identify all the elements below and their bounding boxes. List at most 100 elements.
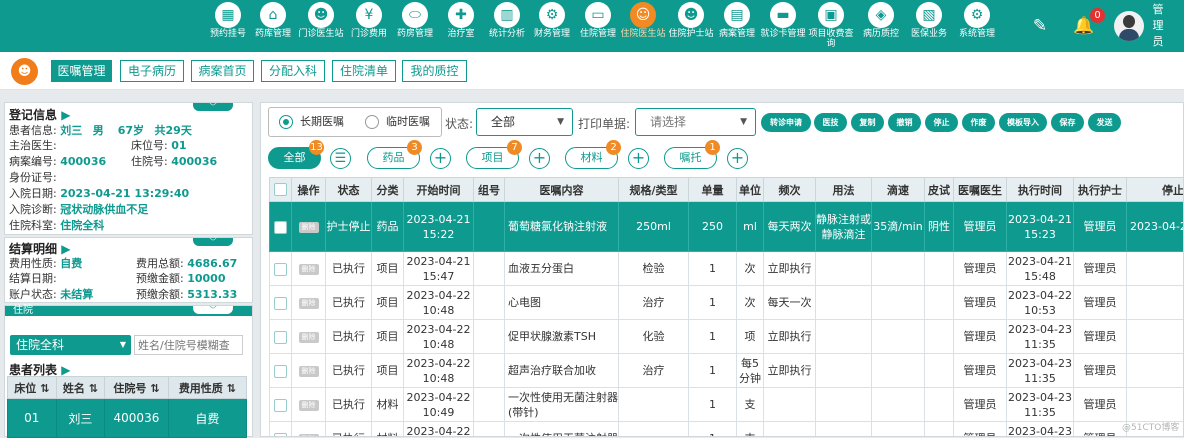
- collapse-icon[interactable]: ﹀: [193, 306, 233, 314]
- nav-item-9[interactable]: ☺住院医生站: [620, 0, 666, 52]
- col-5[interactable]: 医嘱内容: [505, 178, 619, 202]
- nav-item-5[interactable]: ✚治疗室: [438, 0, 484, 52]
- col-fee-nature[interactable]: 费用性质 ⇅: [168, 377, 246, 399]
- col-7[interactable]: 单量: [689, 178, 737, 202]
- row-checkbox[interactable]: [270, 354, 292, 388]
- nav-item-11[interactable]: ▤病案管理: [714, 0, 760, 52]
- col-8[interactable]: 单位: [737, 178, 764, 202]
- print-select[interactable]: 请选择▼: [635, 108, 756, 136]
- cell: 管理员: [954, 202, 1007, 252]
- tab-record-home[interactable]: 病案首页: [191, 60, 254, 82]
- nav-item-3[interactable]: ¥门诊费用: [346, 0, 392, 52]
- user-name[interactable]: 管理员: [1150, 2, 1166, 50]
- copy-button[interactable]: 复制: [851, 113, 884, 132]
- referral-button[interactable]: 转诊申请: [761, 113, 811, 132]
- col-12[interactable]: 皮试: [925, 178, 954, 202]
- table-row[interactable]: 删除已执行项目2023-04-22 10:48超声治疗联合加收治疗1每5分钟立即…: [270, 354, 1184, 388]
- add-instruction-icon[interactable]: +: [727, 148, 748, 169]
- table-row[interactable]: 删除已执行项目2023-04-22 10:48心电图治疗1次每天一次管理员202…: [270, 286, 1184, 320]
- col-bed[interactable]: 床位 ⇅: [8, 377, 57, 399]
- nav-item-6[interactable]: ▥统计分析: [484, 0, 530, 52]
- col-2[interactable]: 分类: [372, 178, 404, 202]
- table-row[interactable]: 删除已执行项目2023-04-22 10:48促甲状腺激素TSH化验1项立即执行…: [270, 320, 1184, 354]
- col-inpatient-no[interactable]: 住院号 ⇅: [105, 377, 168, 399]
- medtech-button[interactable]: 医技: [814, 113, 847, 132]
- nav-item-13[interactable]: ▣项目收费查询: [808, 0, 854, 52]
- row-checkbox[interactable]: [270, 252, 292, 286]
- delete-button[interactable]: 删除: [292, 422, 326, 438]
- long-term-radio[interactable]: [279, 115, 293, 129]
- pencil-icon[interactable]: ✎: [1030, 16, 1050, 36]
- patient-search-input[interactable]: [134, 335, 243, 355]
- row-checkbox[interactable]: [270, 202, 292, 252]
- status-select[interactable]: 全部▼: [476, 108, 573, 136]
- nav-item-12[interactable]: ▬就诊卡管理: [760, 0, 806, 52]
- tab-inpatient-list[interactable]: 住院清单: [332, 60, 396, 82]
- delete-button[interactable]: 删除: [292, 202, 326, 252]
- doctor-row: 主治医生:: [9, 138, 57, 153]
- add-material-icon[interactable]: +: [628, 148, 649, 169]
- nav-item-8[interactable]: ▭住院管理: [575, 0, 621, 52]
- table-row[interactable]: 删除已执行材料2023-04-22 10:49一次性使用无菌注射器(带针)1支管…: [270, 388, 1184, 422]
- template-import-button[interactable]: 模板导入: [999, 113, 1047, 132]
- cell: 1: [689, 388, 737, 422]
- nav-item-10[interactable]: ☻住院护士站: [668, 0, 714, 52]
- col-name[interactable]: 姓名 ⇅: [56, 377, 105, 399]
- col-6[interactable]: 规格/类型: [619, 178, 689, 202]
- add-drug-icon[interactable]: +: [430, 148, 451, 169]
- bed-icon: ▭: [585, 2, 611, 28]
- row-checkbox[interactable]: [270, 388, 292, 422]
- col-4[interactable]: 组号: [474, 178, 505, 202]
- table-row[interactable]: 01 刘三 400036 自费: [8, 399, 247, 438]
- save-button[interactable]: 保存: [1051, 113, 1084, 132]
- dept-select[interactable]: 住院全科▼: [10, 335, 131, 355]
- temporary-radio[interactable]: [365, 115, 379, 129]
- menu-icon[interactable]: ☰: [330, 148, 351, 169]
- send-button[interactable]: 发送: [1088, 113, 1121, 132]
- stop-button[interactable]: 停止: [925, 113, 958, 132]
- nav-item-14[interactable]: ◈病历质控: [858, 0, 904, 52]
- delete-button[interactable]: 删除: [292, 286, 326, 320]
- col-13[interactable]: 医嘱医生: [954, 178, 1007, 202]
- table-row[interactable]: 删除已执行项目2023-04-21 15:47血液五分蛋白检验1次立即执行管理员…: [270, 252, 1184, 286]
- row-checkbox[interactable]: [270, 286, 292, 320]
- col-16[interactable]: 停止: [1127, 178, 1184, 202]
- row-checkbox[interactable]: [270, 422, 292, 438]
- void-button[interactable]: 作废: [962, 113, 995, 132]
- user-avatar[interactable]: [1114, 11, 1144, 41]
- col-9[interactable]: 频次: [764, 178, 816, 202]
- temporary-label[interactable]: 临时医嘱: [386, 114, 430, 130]
- tab-my-quality[interactable]: 我的质控: [402, 60, 467, 82]
- list-tab-inpatient[interactable]: 住院: [13, 306, 33, 316]
- col-1[interactable]: 状态: [326, 178, 372, 202]
- nav-item-2[interactable]: ☻门诊医生站: [298, 0, 344, 52]
- delete-button[interactable]: 删除: [292, 388, 326, 422]
- nav-item-16[interactable]: ⚙系统管理: [954, 0, 1000, 52]
- nav-item-7[interactable]: ⚙财务管理: [529, 0, 575, 52]
- col-0[interactable]: 操作: [292, 178, 326, 202]
- col-10[interactable]: 用法: [816, 178, 872, 202]
- collapse-icon[interactable]: ﹀: [193, 103, 233, 111]
- long-term-label[interactable]: 长期医嘱: [300, 114, 344, 130]
- nav-item-0[interactable]: ▦预约挂号: [205, 0, 251, 52]
- col-3[interactable]: 开始时间: [404, 178, 474, 202]
- row-checkbox[interactable]: [270, 320, 292, 354]
- delete-button[interactable]: 删除: [292, 320, 326, 354]
- table-row[interactable]: 删除已执行材料2023-04-22 10:49一次性使用无菌注射器1支管理员20…: [270, 422, 1184, 438]
- col-11[interactable]: 滴速: [872, 178, 925, 202]
- delete-button[interactable]: 删除: [292, 252, 326, 286]
- tab-emr[interactable]: 电子病历: [120, 60, 184, 82]
- tab-orders[interactable]: 医嘱管理: [51, 60, 112, 82]
- col-14[interactable]: 执行时间: [1007, 178, 1074, 202]
- select-all-checkbox[interactable]: [270, 178, 292, 202]
- nav-item-1[interactable]: ⌂药库管理: [250, 0, 296, 52]
- collapse-icon[interactable]: ﹀: [193, 238, 233, 246]
- revoke-button[interactable]: 撤销: [888, 113, 921, 132]
- nav-item-15[interactable]: ▧医保业务: [906, 0, 952, 52]
- col-15[interactable]: 执行护士: [1074, 178, 1127, 202]
- add-item-icon[interactable]: +: [529, 148, 550, 169]
- delete-button[interactable]: 删除: [292, 354, 326, 388]
- nav-item-4[interactable]: ⬭药房管理: [392, 0, 438, 52]
- tab-assign-dept[interactable]: 分配入科: [261, 60, 325, 82]
- table-row[interactable]: 删除护士停止药品2023-04-21 15:22葡萄糖氯化钠注射液250ml25…: [270, 202, 1184, 252]
